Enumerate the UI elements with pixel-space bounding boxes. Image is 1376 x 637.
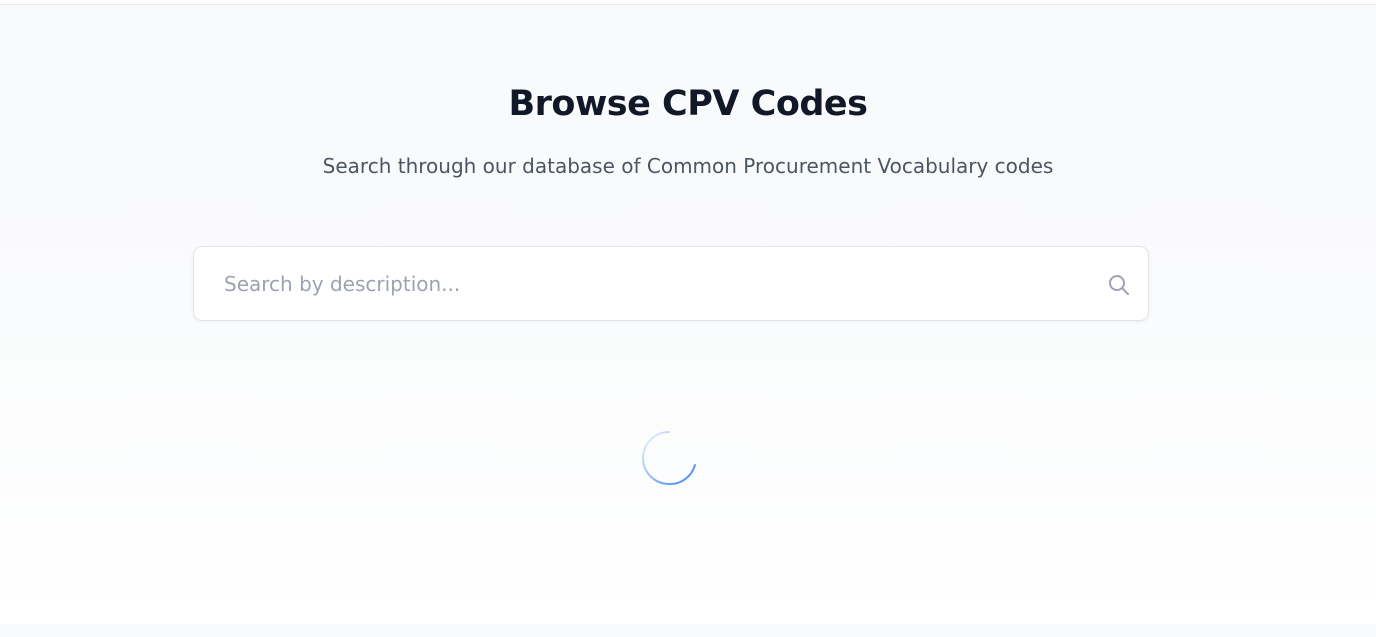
page-title: Browse CPV Codes (508, 84, 868, 124)
footer-strip (0, 624, 1376, 637)
search-icon[interactable] (1107, 273, 1131, 297)
page-subtitle: Search through our database of Common Pr… (322, 154, 1054, 178)
page: Browse CPV Codes Search through our data… (0, 0, 1376, 637)
search-input[interactable] (194, 247, 1074, 320)
loading-spinner-icon (641, 431, 696, 486)
search-box[interactable] (193, 246, 1149, 321)
